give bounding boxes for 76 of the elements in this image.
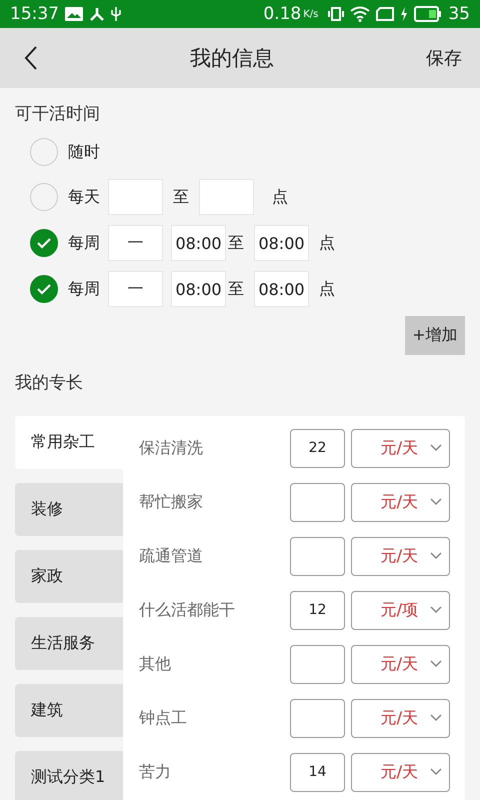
page-title: 我的信息 — [190, 45, 274, 72]
add-button[interactable]: +增加 — [405, 316, 465, 355]
check-icon — [36, 283, 52, 295]
category-tab[interactable]: 建筑 — [15, 684, 123, 737]
category-tab[interactable]: 常用杂工 — [15, 416, 123, 469]
battery-icon — [414, 6, 442, 22]
option-label: 随时 — [68, 142, 100, 162]
skill-name: 钟点工 — [139, 708, 188, 728]
option-checkbox[interactable] — [30, 183, 58, 211]
chevron-down-icon — [430, 714, 442, 722]
start-time-field[interactable]: 08:00 — [171, 271, 226, 307]
unit-dropdown[interactable]: 元/项 — [351, 590, 450, 630]
chevron-down-icon — [430, 660, 442, 668]
start-time-field[interactable] — [108, 179, 163, 215]
unit-text: 点 — [272, 186, 288, 208]
separator-text: 至 — [228, 278, 244, 300]
check-icon — [36, 237, 52, 249]
end-time-field[interactable] — [199, 179, 254, 215]
skill-name: 保洁清洗 — [139, 438, 204, 458]
weekday-field[interactable]: 一 — [108, 271, 163, 307]
price-field[interactable] — [290, 536, 345, 576]
skill-name: 什么活都能干 — [139, 600, 236, 620]
section-title: 我的专长 — [14, 372, 84, 394]
option-label: 每周 — [68, 278, 100, 300]
image-icon — [65, 7, 83, 21]
chevron-down-icon — [430, 606, 442, 614]
wifi-icon — [350, 6, 370, 22]
unit-dropdown[interactable]: 元/天 — [351, 536, 450, 576]
back-icon — [24, 46, 38, 70]
battery-percent: 35 — [448, 4, 470, 24]
chevron-down-icon — [430, 444, 442, 452]
skill-name: 疏通管道 — [139, 546, 204, 566]
chevron-down-icon — [430, 498, 442, 506]
price-field[interactable] — [290, 482, 345, 522]
unit-text: 点 — [319, 232, 335, 254]
status-time: 15:37 — [10, 4, 59, 24]
speed-unit: K/s — [303, 8, 318, 20]
weekday-field[interactable]: 一 — [108, 225, 163, 261]
chevron-down-icon — [430, 768, 442, 776]
skill-name: 其他 — [139, 654, 172, 674]
end-time-field[interactable]: 08:00 — [254, 271, 309, 307]
skill-name: 苦力 — [139, 762, 172, 782]
unit-dropdown[interactable]: 元/天 — [351, 482, 450, 522]
unit-dropdown[interactable]: 元/天 — [351, 752, 450, 792]
section-title: 可干活时间 — [15, 103, 101, 125]
price-field[interactable]: 12 — [290, 590, 345, 630]
separator-text: 至 — [228, 232, 244, 254]
save-button[interactable]: 保存 — [422, 42, 466, 74]
price-field[interactable]: 22 — [290, 428, 345, 468]
unit-dropdown[interactable]: 元/天 — [351, 698, 450, 738]
unit-text: 点 — [319, 278, 335, 300]
chevron-down-icon — [430, 552, 442, 560]
charging-icon — [400, 7, 408, 21]
unit-dropdown[interactable]: 元/天 — [351, 428, 450, 468]
option-checkbox[interactable] — [30, 229, 58, 257]
price-field[interactable] — [290, 698, 345, 738]
price-field[interactable]: 14 — [290, 752, 345, 792]
option-label: 每天 — [68, 186, 100, 208]
category-tab[interactable]: 装修 — [15, 483, 123, 536]
network-speed: 0.18 — [263, 4, 302, 24]
option-label: 每周 — [68, 232, 100, 254]
price-field[interactable] — [290, 644, 345, 684]
category-tab[interactable]: 生活服务 — [15, 617, 123, 670]
share-icon — [89, 7, 105, 21]
category-tab[interactable]: 测试分类1 — [15, 751, 123, 800]
vibrate-icon — [328, 7, 344, 21]
sim-icon — [376, 7, 394, 21]
option-checkbox[interactable] — [30, 138, 58, 166]
skill-name: 帮忙搬家 — [139, 492, 204, 512]
usb-icon — [111, 6, 121, 22]
category-tab[interactable]: 家政 — [15, 550, 123, 603]
end-time-field[interactable]: 08:00 — [254, 225, 309, 261]
unit-dropdown[interactable]: 元/天 — [351, 644, 450, 684]
start-time-field[interactable]: 08:00 — [171, 225, 226, 261]
option-checkbox[interactable] — [30, 275, 58, 303]
separator-text: 至 — [173, 186, 189, 208]
